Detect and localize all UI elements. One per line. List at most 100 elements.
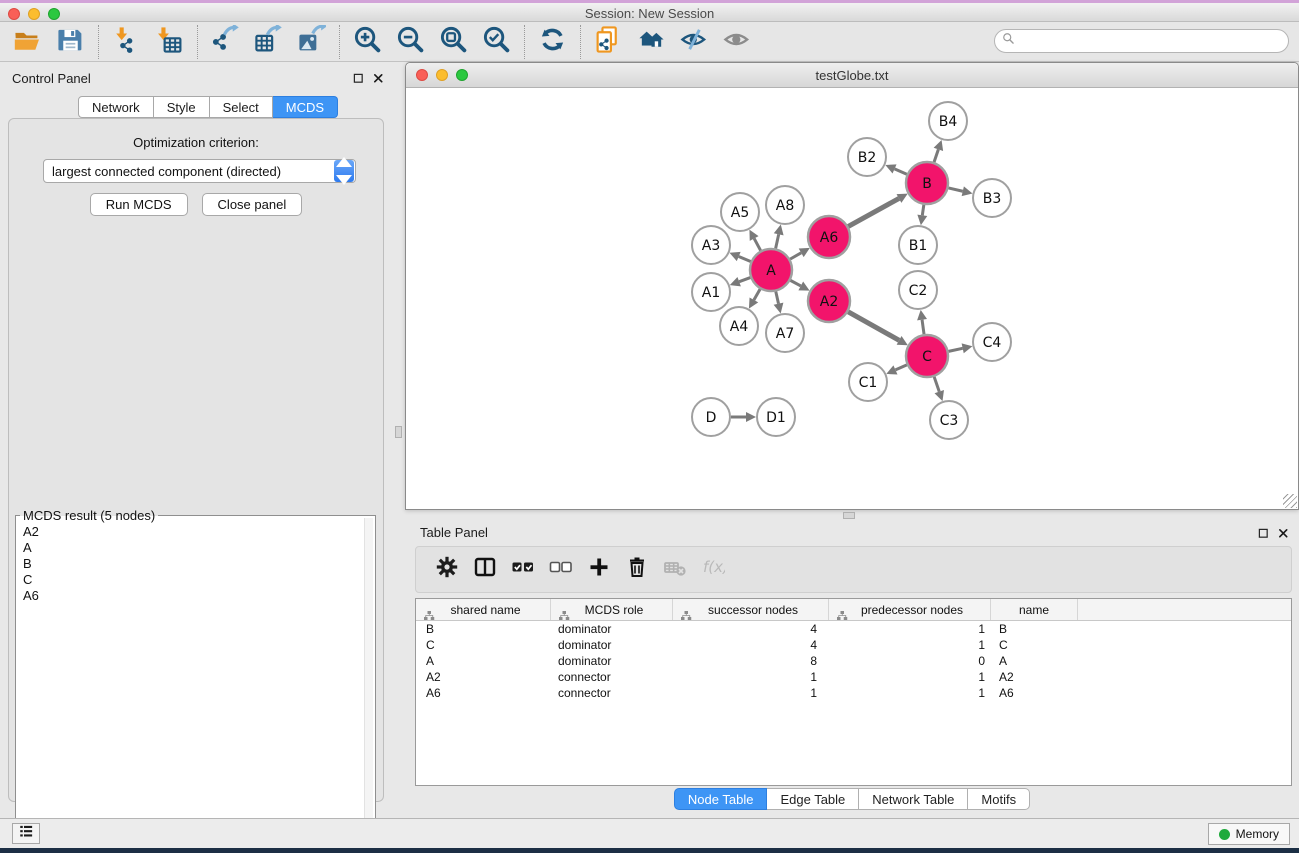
export-table-icon	[254, 25, 283, 59]
float-table-panel-icon[interactable]	[1258, 526, 1269, 544]
add-column-button[interactable]	[580, 551, 618, 589]
network-canvas[interactable]: A5A8A6A3AA1A2A4A7B4B2BB3B1C2C4CC1C3DD1	[406, 88, 1298, 509]
open-session-button[interactable]	[6, 24, 49, 60]
table-row[interactable]: A6connector11A6	[416, 685, 1291, 701]
graph-edge-C-C4[interactable]	[949, 348, 963, 351]
graph-edge-B-B2[interactable]	[895, 169, 907, 174]
table-row[interactable]: Cdominator41C	[416, 637, 1291, 653]
list-icon	[19, 824, 34, 844]
save-session-button[interactable]	[49, 24, 92, 60]
close-panel-icon[interactable]	[373, 71, 384, 89]
delete-table-icon	[663, 555, 687, 584]
search-box[interactable]	[994, 29, 1289, 53]
tab-motifs[interactable]: Motifs	[968, 788, 1030, 810]
table-row[interactable]: A2connector11A2	[416, 669, 1291, 685]
network-window-title: testGlobe.txt	[406, 68, 1298, 83]
import-table-button[interactable]	[148, 24, 191, 60]
first-neighbors-button[interactable]	[630, 24, 673, 60]
column-header-predecessor-nodes[interactable]: predecessor nodes	[829, 599, 991, 620]
table-row[interactable]: Adominator80A	[416, 653, 1291, 669]
graph-edge-A-A1[interactable]	[739, 278, 750, 282]
zoom-out-button[interactable]	[389, 24, 432, 60]
graph-edge-B-B4[interactable]	[934, 149, 938, 162]
close-table-panel-icon[interactable]	[1278, 526, 1289, 544]
table-panel: Table Panel f(x) shared name MCDS role s…	[405, 520, 1299, 818]
task-history-button[interactable]	[12, 823, 40, 844]
graph-edge-A-A2[interactable]	[790, 280, 800, 286]
graph-edge-B-B3[interactable]	[948, 188, 962, 191]
graph-edge-A2-C[interactable]	[848, 312, 899, 341]
graph-node-label: C	[922, 349, 932, 365]
table-cell: 1	[829, 670, 991, 684]
window-resize-handle[interactable]	[1283, 494, 1297, 508]
table-toolbar: f(x)	[415, 546, 1292, 593]
graph-edge-A-A7[interactable]	[776, 291, 779, 303]
zoom-in-button[interactable]	[346, 24, 389, 60]
table-cell: B	[991, 622, 1078, 636]
mcds-result-item[interactable]: C	[23, 572, 361, 588]
memory-button[interactable]: Memory	[1208, 823, 1290, 845]
memory-label: Memory	[1236, 827, 1279, 841]
mcds-result-item[interactable]: A6	[23, 588, 361, 604]
column-header-successor-nodes[interactable]: successor nodes	[673, 599, 829, 620]
tab-network[interactable]: Network	[78, 96, 154, 118]
tab-network-table[interactable]: Network Table	[859, 788, 968, 810]
graph-edge-B-B1[interactable]	[922, 205, 924, 216]
graph-edge-A-A3[interactable]	[739, 257, 751, 262]
tab-edge-table[interactable]: Edge Table	[767, 788, 859, 810]
import-network-button[interactable]	[105, 24, 148, 60]
graph-edge-A-A8[interactable]	[776, 234, 779, 248]
table-cell: connector	[551, 670, 673, 684]
show-graphics-details-button[interactable]	[716, 24, 759, 60]
show-columns-button[interactable]	[466, 551, 504, 589]
tab-node-table[interactable]: Node Table	[674, 788, 768, 810]
close-panel-button[interactable]: Close panel	[202, 193, 303, 216]
export-table-button[interactable]	[247, 24, 290, 60]
graph-edge-C-C3[interactable]	[934, 377, 939, 392]
run-mcds-button[interactable]: Run MCDS	[90, 193, 188, 216]
delete-columns-button[interactable]	[618, 551, 656, 589]
vertical-splitter-handle[interactable]	[395, 426, 402, 438]
session-title: Session: New Session	[0, 6, 1299, 21]
network-graph[interactable]: A5A8A6A3AA1A2A4A7B4B2BB3B1C2C4CC1C3DD1	[406, 88, 1298, 509]
app-titlebar[interactable]: Session: New Session	[0, 3, 1299, 22]
result-scrollbar[interactable]	[364, 518, 373, 848]
tab-style[interactable]: Style	[154, 96, 210, 118]
function-builder-button: f(x)	[694, 551, 732, 589]
zoom-selected-button[interactable]	[475, 24, 518, 60]
deselect-all-columns-button[interactable]	[542, 551, 580, 589]
table-cell: dominator	[551, 654, 673, 668]
gear-button[interactable]	[428, 551, 466, 589]
graph-edge-A-A6[interactable]	[790, 253, 801, 259]
export-network-button[interactable]	[204, 24, 247, 60]
import-network-icon	[112, 25, 141, 59]
mcds-tab-content: Optimization criterion: largest connecte…	[8, 118, 384, 802]
horizontal-splitter-handle[interactable]	[843, 512, 855, 519]
column-header-shared-name[interactable]: shared name	[416, 599, 551, 620]
toggle-graphics-details-button[interactable]	[673, 24, 716, 60]
zoom-fit-button[interactable]	[432, 24, 475, 60]
tab-mcds[interactable]: MCDS	[273, 96, 338, 118]
tab-select[interactable]: Select	[210, 96, 273, 118]
column-header-MCDS-role[interactable]: MCDS role	[551, 599, 673, 620]
select-all-columns-button[interactable]	[504, 551, 542, 589]
network-window-titlebar[interactable]: testGlobe.txt	[406, 63, 1298, 88]
graph-edge-A6-B[interactable]	[848, 198, 899, 226]
graph-edge-A-A5[interactable]	[754, 238, 760, 250]
table-cell: C	[416, 638, 551, 652]
float-panel-icon[interactable]	[353, 71, 364, 89]
search-input[interactable]	[1016, 34, 1288, 48]
graph-node-label: A3	[702, 238, 720, 254]
refresh-network-button[interactable]	[531, 24, 574, 60]
graph-edge-C-C2[interactable]	[922, 320, 924, 334]
mcds-result-item[interactable]: A	[23, 540, 361, 556]
mcds-result-item[interactable]: B	[23, 556, 361, 572]
network-from-selection-button[interactable]	[587, 24, 630, 60]
table-row[interactable]: Bdominator41B	[416, 621, 1291, 637]
export-image-button[interactable]	[290, 24, 333, 60]
graph-edge-C-C1[interactable]	[895, 365, 906, 370]
criterion-dropdown[interactable]: largest connected component (directed)	[43, 159, 356, 183]
column-header-name[interactable]: name	[991, 599, 1078, 620]
mcds-result-item[interactable]: A2	[23, 524, 361, 540]
graph-edge-A-A4[interactable]	[754, 289, 760, 300]
